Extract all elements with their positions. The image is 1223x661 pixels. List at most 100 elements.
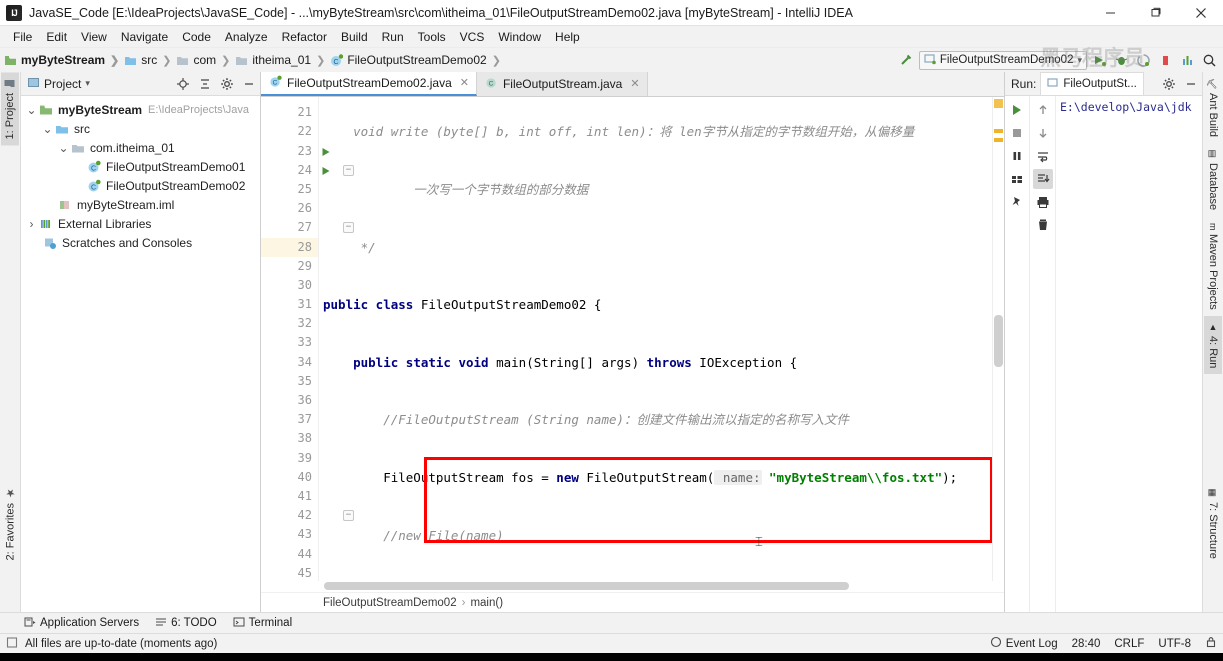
stop-button[interactable] <box>1156 51 1175 70</box>
tab-fileoutputstream[interactable]: C FileOutputStream.java ✕ <box>476 71 648 96</box>
navbar-crumb-com[interactable]: com ❯ <box>176 53 235 67</box>
vertical-scrollbar-thumb[interactable] <box>994 315 1003 367</box>
menu-build[interactable]: Build <box>334 28 375 46</box>
locate-target-icon[interactable] <box>174 75 192 93</box>
menu-tools[interactable]: Tools <box>411 28 453 46</box>
tree-node-iml[interactable]: myByteStream.iml <box>21 195 260 214</box>
tool-window-terminal[interactable]: Terminal <box>233 616 292 631</box>
profiler-icon[interactable] <box>1178 51 1197 70</box>
editor-body[interactable]: 20 21 22 23 24 − 25 26 27 − 28 <box>261 97 1004 581</box>
navbar-crumb-label: src <box>141 53 158 67</box>
tool-window-application-servers[interactable]: Application Servers <box>24 616 139 631</box>
menu-run[interactable]: Run <box>375 28 411 46</box>
pause-icon[interactable] <box>1007 146 1027 166</box>
sidebar-item-maven-projects[interactable]: m Maven Projects <box>1204 217 1222 316</box>
tree-node-demo01[interactable]: C FileOutputStreamDemo01 <box>21 157 260 176</box>
lock-icon[interactable] <box>1205 636 1217 651</box>
breadcrumb-class[interactable]: FileOutputStreamDemo02 <box>323 597 457 609</box>
gear-icon[interactable] <box>218 75 236 93</box>
project-panel-title[interactable]: Project ▾ <box>23 76 90 92</box>
scroll-to-end-icon[interactable] <box>1032 169 1053 189</box>
menu-analyze[interactable]: Analyze <box>218 28 275 46</box>
menu-edit[interactable]: Edit <box>39 28 74 46</box>
stop-icon[interactable] <box>1007 123 1027 143</box>
menu-view[interactable]: View <box>74 28 114 46</box>
menu-window[interactable]: Window <box>491 28 548 46</box>
chevron-right-icon[interactable]: › <box>25 217 38 231</box>
pin-icon[interactable] <box>1007 192 1027 212</box>
file-encoding[interactable]: UTF-8 <box>1158 638 1191 650</box>
sidebar-item-run[interactable]: ▲ 4: Run <box>1204 315 1222 375</box>
horizontal-scrollbar-track[interactable] <box>261 581 1004 592</box>
tree-node-package[interactable]: ⌄ com.itheima_01 <box>21 138 260 157</box>
rerun-icon[interactable] <box>1007 100 1027 120</box>
tree-node-mybytestream[interactable]: ⌄ myByteStream E:\IdeaProjects\Java <box>21 100 260 119</box>
line-separator[interactable]: CRLF <box>1114 638 1144 650</box>
run-button[interactable] <box>1090 51 1109 70</box>
libraries-icon <box>38 216 54 232</box>
sidebar-item-structure[interactable]: ▦ 7: Structure <box>1204 482 1222 565</box>
maximize-button[interactable] <box>1133 0 1178 26</box>
tool-window-todo[interactable]: 6: TODO <box>155 616 217 631</box>
chevron-down-icon[interactable]: ⌄ <box>25 103 38 117</box>
run-console-output[interactable]: E:\develop\Java\jdk <box>1056 96 1202 612</box>
tree-node-external-libraries[interactable]: › External Libraries <box>21 214 260 233</box>
debug-button[interactable] <box>1112 51 1131 70</box>
arrow-down-icon[interactable] <box>1033 123 1053 143</box>
gutter-line: 31 <box>297 297 312 312</box>
hide-panel-icon[interactable] <box>1182 75 1200 93</box>
chevron-down-icon: ▾ <box>85 78 90 88</box>
tree-node-scratches[interactable]: Scratches and Consoles <box>21 233 260 252</box>
restart-icon[interactable] <box>1007 169 1027 189</box>
run-session-tab[interactable]: FileOutputSt... <box>1040 72 1144 95</box>
chevron-down-icon[interactable]: ⌄ <box>57 141 70 155</box>
sidebar-item-ant-build[interactable]: ⛏ Ant Build <box>1204 72 1222 143</box>
tree-node-label: com.itheima_01 <box>90 140 175 155</box>
event-log-button[interactable]: Event Log <box>990 636 1058 651</box>
build-hammer-icon[interactable] <box>897 51 916 70</box>
project-tool-window: Project ▾ ⌄ myByteStream E:\IdeaProjects… <box>21 72 261 612</box>
navbar-crumb-package[interactable]: itheima_01 ❯ <box>235 53 330 67</box>
tab-fileoutputstreamdemo02[interactable]: C FileOutputStreamDemo02.java ✕ <box>261 71 477 96</box>
run-with-coverage-button[interactable] <box>1134 51 1153 70</box>
run-configuration-selector[interactable]: FileOutputStreamDemo02 ▾ <box>918 50 1087 70</box>
tree-node-demo02[interactable]: C FileOutputStreamDemo02 <box>21 176 260 195</box>
navbar-crumb-class[interactable]: C FileOutputStreamDemo02 ❯ <box>330 53 506 67</box>
chevron-down-icon[interactable]: ⌄ <box>41 122 54 136</box>
menu-code[interactable]: Code <box>175 28 218 46</box>
stripe-marker-warning[interactable] <box>994 99 1003 108</box>
close-button[interactable] <box>1178 0 1223 26</box>
minimize-button[interactable] <box>1088 0 1133 26</box>
close-icon[interactable]: ✕ <box>460 76 469 89</box>
sidebar-item-project[interactable]: 1: Project <box>1 72 19 146</box>
gear-icon[interactable] <box>1160 75 1178 93</box>
menu-help[interactable]: Help <box>548 28 587 46</box>
print-icon[interactable] <box>1033 192 1053 212</box>
menu-refactor[interactable]: Refactor <box>275 28 334 46</box>
breadcrumb-method[interactable]: main() <box>470 597 503 609</box>
menu-navigate[interactable]: Navigate <box>114 28 175 46</box>
sidebar-item-database[interactable]: ▥ Database <box>1204 143 1222 216</box>
error-stripe-gutter[interactable] <box>992 97 1004 581</box>
caret-position[interactable]: 28:40 <box>1072 638 1101 650</box>
stripe-marker-todo[interactable] <box>994 138 1003 142</box>
stripe-marker-todo[interactable] <box>994 129 1003 133</box>
sidebar-item-favorites[interactable]: 2: Favorites ★ <box>1 480 20 566</box>
menu-file[interactable]: File <box>6 28 39 46</box>
navbar-crumb-src[interactable]: src ❯ <box>124 53 176 67</box>
arrow-up-icon[interactable] <box>1033 100 1053 120</box>
project-icon <box>4 78 16 89</box>
collapse-all-icon[interactable] <box>196 75 214 93</box>
code-canvas[interactable]: void write (byte[] b, int off, int len)：… <box>319 97 992 581</box>
horizontal-scrollbar-thumb[interactable] <box>324 582 849 590</box>
soft-wrap-icon[interactable] <box>1033 146 1053 166</box>
tree-node-src[interactable]: ⌄ src <box>21 119 260 138</box>
editor-gutter[interactable]: 20 21 22 23 24 − 25 26 27 − 28 <box>261 97 354 581</box>
close-icon[interactable]: ✕ <box>630 77 639 90</box>
trash-icon[interactable] <box>1033 215 1053 235</box>
search-icon[interactable] <box>1200 51 1219 70</box>
run-tab-label: FileOutputSt... <box>1063 78 1137 90</box>
menu-vcs[interactable]: VCS <box>453 28 492 46</box>
navbar-crumb-module[interactable]: myByteStream ❯ <box>4 53 124 67</box>
hide-panel-icon[interactable] <box>240 75 258 93</box>
